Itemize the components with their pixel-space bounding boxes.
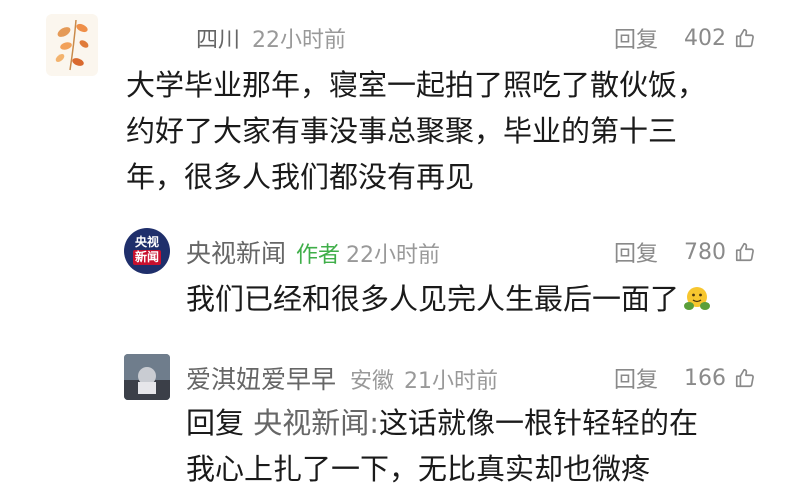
smiley-hug-icon [684,287,711,310]
comment-meta: 央视新闻 作者 22小时前 [186,234,440,270]
comment-line: 大学毕业那年，寝室一起拍了照吃了散伙饭， [126,68,707,102]
author-badge: 作者 [296,243,341,268]
reply-target-user[interactable]: 央视新闻: [253,406,379,440]
timestamp: 21小时前 [404,369,499,394]
avatar[interactable]: 央视 新闻 [124,228,170,274]
thumbs-up-icon[interactable] [734,367,756,389]
autumn-leaves-icon [55,19,89,71]
like-count: 402 [684,25,726,51]
comment-meta: 四川 22小时前 [196,22,346,54]
comment-line: 我心上扎了一下，无比真实却也微疼 [186,452,651,486]
comment-line: 我们已经和很多人见完人生最后一面了 [186,282,680,316]
comment-line-text: 这话就像一根针轻轻的在 [379,406,699,440]
comment-text: 回复 央视新闻:这话就像一根针轻轻的在 我心上扎了一下，无比真实却也微疼 [186,400,698,492]
comment-line: 回复 央视新闻:这话就像一根针轻轻的在 [186,400,698,446]
cctv-badge: 央视 新闻 [133,235,161,265]
like-count: 780 [684,239,726,265]
comment-line: 约好了大家有事没事总聚聚，毕业的第十三 [126,114,678,148]
avatar[interactable] [124,354,170,400]
thumbs-up-icon[interactable] [734,27,756,49]
comment-text: 大学毕业那年，寝室一起拍了照吃了散伙饭， 约好了大家有事没事总聚聚，毕业的第十三… [126,62,706,200]
timestamp: 22小时前 [252,28,347,53]
timestamp: 22小时前 [346,243,441,268]
comment-actions: 回复 166 [614,362,756,394]
username[interactable]: 央视新闻 [186,239,286,268]
comment-item: 四川 22小时前 回复 402 大学毕业那年，寝室一起拍了照吃了散伙饭， 约好了大… [0,0,800,200]
comment-text: 我们已经和很多人见完人生最后一面了 [186,276,711,322]
comment-line: 年，很多人我们都没有再见 [126,160,475,194]
comment-meta: 爱淇妞爱早早 安徽 21小时前 [186,360,498,396]
reply-button[interactable]: 回复 [614,362,658,394]
reply-button[interactable]: 回复 [614,236,658,268]
avatar-image [124,354,170,400]
username[interactable]: 爱淇妞爱早早 [186,365,336,394]
reply-item: 央视 新闻 央视新闻 作者 22小时前 回复 780 我们已经和很多人见完人生最后一… [0,224,800,334]
comment-actions: 回复 780 [614,236,756,268]
like-count: 166 [684,365,726,391]
username[interactable]: 四川 [196,28,240,53]
thumbs-up-icon[interactable] [734,241,756,263]
reply-prefix: 回复 [186,406,245,440]
reply-button[interactable]: 回复 [614,22,658,54]
location: 安徽 [350,369,395,394]
comment-actions: 回复 402 [614,22,756,54]
avatar[interactable] [46,14,98,76]
reply-item: 爱淇妞爱早早 安徽 21小时前 回复 166 回复 央视新闻:这话就像一根针轻轻的在… [0,350,800,496]
